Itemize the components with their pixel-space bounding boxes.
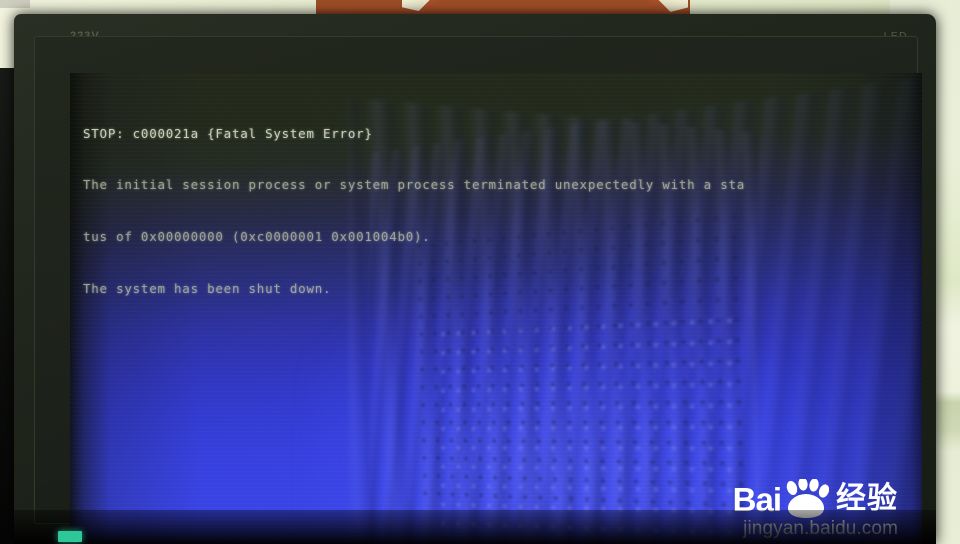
power-led-indicator bbox=[58, 531, 82, 542]
screenshot-photo: 223V LED STOP: c000021a {Fatal System Er… bbox=[0, 0, 960, 544]
monitor-bezel: STOP: c000021a {Fatal System Error} The … bbox=[34, 36, 922, 544]
background-wall-top-left bbox=[0, 0, 30, 8]
stop-error-line-4: The system has been shut down. bbox=[83, 281, 332, 297]
stop-error-line-3: tus of 0x00000000 (0xc0000001 0x001004b0… bbox=[83, 229, 431, 245]
monitor-bottom-bezel bbox=[14, 510, 936, 544]
stop-error-line-2: The initial session process or system pr… bbox=[83, 177, 746, 193]
monitor-screen: STOP: c000021a {Fatal System Error} The … bbox=[70, 73, 922, 544]
monitor-chassis: 223V LED STOP: c000021a {Fatal System Er… bbox=[14, 14, 936, 544]
stop-error-message: STOP: c000021a {Fatal System Error} The … bbox=[83, 90, 913, 332]
stop-error-line-1: STOP: c000021a {Fatal System Error} bbox=[83, 125, 373, 141]
